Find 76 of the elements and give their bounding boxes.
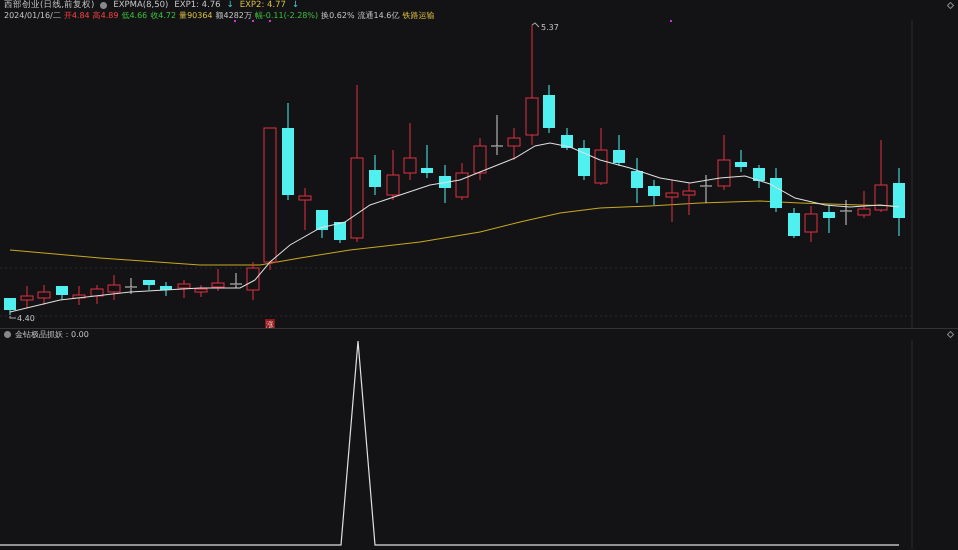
candlestick	[700, 174, 712, 204]
candlestick	[178, 280, 190, 298]
signal-mark	[252, 20, 254, 22]
candlestick	[4, 298, 16, 316]
signal-mark	[269, 20, 271, 22]
candlestick	[666, 180, 678, 222]
leader-line	[532, 22, 540, 28]
candlestick	[578, 140, 590, 180]
candlestick	[316, 210, 328, 238]
candlestick	[474, 138, 486, 180]
candlestick	[439, 164, 451, 204]
stock-title: 西部创业(日线,前复权)	[4, 0, 94, 11]
quote-field: 收4.72	[150, 10, 176, 20]
candlestick	[770, 168, 782, 212]
candlestick	[594, 128, 608, 186]
quote-field: 2024/01/16/二	[4, 10, 61, 20]
candlestick	[386, 150, 400, 200]
down-arrow: ↓	[226, 0, 234, 10]
diamond-icon[interactable]	[947, 331, 954, 338]
candlestick	[230, 272, 242, 288]
quote-field: 额4282万	[216, 10, 252, 20]
down-arrow: ↓	[292, 0, 300, 10]
candlestick	[858, 190, 870, 218]
quote-field: 流通14.6亿	[358, 10, 400, 20]
candlestick	[404, 122, 416, 180]
candlestick	[543, 84, 555, 134]
candlestick	[804, 206, 818, 242]
quote-field: 低4.66	[121, 10, 148, 20]
signal-mark	[670, 20, 672, 22]
low-price-label: 4.40	[17, 314, 35, 323]
candlestick	[298, 188, 312, 230]
candlestick	[334, 222, 346, 244]
candlestick	[124, 278, 138, 294]
candlestick	[508, 128, 520, 160]
high-price-label: 5.37	[541, 23, 559, 32]
quote-field: 量90364	[179, 10, 213, 20]
candlestick	[212, 268, 224, 292]
candlestick	[143, 280, 155, 290]
candlestick	[246, 262, 260, 300]
candlestick	[648, 180, 660, 206]
candlestick	[72, 286, 86, 306]
candlestick	[735, 150, 747, 172]
candlestick	[490, 114, 504, 156]
candlestick	[20, 286, 34, 308]
candlestick	[823, 204, 835, 234]
candlestick	[631, 158, 643, 204]
candlestick	[369, 154, 381, 196]
quote-field: 铁路运输	[402, 10, 434, 20]
candlestick	[38, 284, 50, 306]
diamond-icon[interactable]	[947, 2, 954, 8]
rise-signal-label: 涨	[265, 319, 275, 328]
candlestick	[160, 282, 172, 296]
candlestick	[456, 162, 468, 200]
exp2-value: EXP2: 4.77	[240, 0, 286, 10]
exp1-value: EXP1: 4.76	[174, 0, 221, 10]
candlestick	[194, 284, 208, 298]
indicator-title: 金钻极品抓妖：0.00	[15, 329, 89, 340]
leader-line	[10, 316, 16, 318]
candlestick	[56, 286, 68, 300]
quote-field: 换0.62%	[321, 10, 355, 20]
candlestick	[108, 274, 120, 300]
quote-field: 高4.89	[92, 10, 118, 20]
candlestick	[893, 168, 905, 236]
candlestick	[718, 134, 730, 190]
candlestick	[753, 164, 765, 188]
candlestick	[788, 208, 800, 238]
candlestick	[613, 134, 625, 166]
indicator-name: EXPMA(8,50)	[113, 0, 168, 10]
candlestick	[90, 284, 104, 304]
candlestick	[840, 200, 852, 226]
quote-field: 幅-0.11(-2.28%)	[254, 10, 318, 20]
quote-field: 开4.84	[64, 10, 90, 20]
signal-mark	[234, 20, 236, 22]
candlestick	[682, 182, 696, 216]
candlestick	[561, 128, 573, 150]
candlestick	[421, 144, 433, 178]
